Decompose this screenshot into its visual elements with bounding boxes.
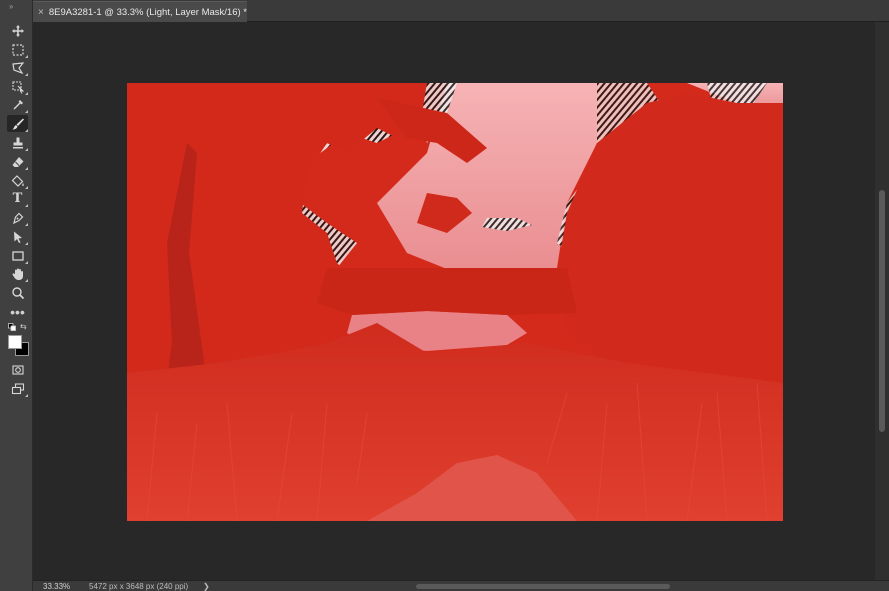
lasso-tool[interactable] — [7, 59, 28, 76]
zoom-level-field[interactable]: 33.33% — [43, 581, 70, 591]
tool-group-indicator — [25, 55, 28, 58]
screen-mode-icon — [11, 382, 24, 394]
horizontal-scroll-thumb[interactable] — [416, 584, 670, 589]
tool-group-indicator — [25, 394, 28, 397]
default-colors-icon[interactable] — [8, 323, 16, 331]
zoom-tool[interactable] — [7, 284, 28, 301]
brush-icon — [12, 118, 24, 129]
move-icon — [11, 24, 24, 37]
zoom-icon — [11, 286, 24, 299]
screen-mode-button[interactable] — [7, 380, 28, 397]
eraser-tool[interactable] — [7, 153, 28, 170]
tool-group-indicator — [25, 242, 28, 245]
foreground-color-swatch[interactable] — [8, 335, 22, 349]
pen-tool[interactable] — [7, 209, 28, 226]
quick-mask-icon — [11, 364, 24, 375]
masked-photo — [127, 83, 783, 521]
vertical-scroll-thumb[interactable] — [879, 190, 885, 432]
stamp-icon — [12, 137, 23, 148]
type-tool[interactable]: T — [7, 190, 28, 207]
tools-panel: ›› T ••• ⇆ — [0, 0, 33, 591]
tool-group-indicator — [25, 92, 28, 95]
polygonal-lasso-icon — [11, 61, 24, 74]
object-selection-icon — [11, 80, 24, 94]
document-tab-bar: × 8E9A3281-1 @ 33.3% (Light, Layer Mask/… — [33, 0, 889, 22]
arrow-select-icon — [13, 231, 22, 243]
document-tab-title: 8E9A3281-1 @ 33.3% (Light, Layer Mask/16… — [48, 6, 247, 18]
hand-tool[interactable] — [7, 265, 28, 282]
tool-group-indicator — [25, 148, 28, 151]
toolbar-collapse-toggle[interactable]: ›› — [9, 2, 13, 11]
swap-colors-icon[interactable]: ⇆ — [20, 323, 28, 331]
tool-group-indicator — [25, 73, 28, 76]
eraser-icon — [12, 156, 23, 167]
more-icon: ••• — [10, 303, 25, 320]
tool-group-indicator — [25, 223, 28, 226]
vertical-scrollbar[interactable] — [875, 22, 889, 580]
paint-bucket-icon — [11, 174, 24, 187]
brush-tool[interactable] — [7, 115, 28, 132]
tool-group-indicator — [25, 279, 28, 282]
document-size-info: 5472 px x 3648 px (240 ppi) — [89, 582, 189, 591]
rectangle-tool[interactable] — [7, 247, 28, 264]
tool-group-indicator — [25, 261, 28, 264]
edit-toolbar[interactable]: ••• — [7, 303, 28, 320]
path-selection-tool[interactable] — [7, 228, 28, 245]
eyedropper-tool[interactable] — [7, 96, 28, 113]
close-tab-icon[interactable]: × — [35, 7, 47, 18]
eyedropper-icon — [13, 99, 23, 109]
quick-mask-button[interactable] — [7, 361, 28, 378]
document-tab[interactable]: × 8E9A3281-1 @ 33.3% (Light, Layer Mask/… — [33, 1, 247, 22]
tool-group-indicator — [25, 110, 28, 113]
photoshop-window: ›› T ••• ⇆ × 8E9A3281-1 @ 33.3% (Light, … — [0, 0, 889, 591]
paint-bucket-tool[interactable] — [7, 172, 28, 189]
rectangle-icon — [11, 250, 24, 261]
canvas-area[interactable] — [34, 22, 875, 580]
move-tool[interactable] — [7, 22, 28, 39]
document-canvas-image[interactable] — [127, 83, 783, 521]
clone-stamp-tool[interactable] — [7, 134, 28, 151]
tool-group-indicator — [25, 186, 28, 189]
status-menu-arrow[interactable]: ❯ — [203, 581, 210, 591]
object-selection-tool[interactable] — [7, 78, 28, 95]
hand-icon — [11, 268, 23, 280]
status-bar: 33.33% 5472 px x 3648 px (240 ppi) ❯ — [33, 580, 889, 591]
rectangular-marquee-tool[interactable] — [7, 41, 28, 58]
tool-group-indicator — [25, 129, 28, 132]
tool-group-indicator — [25, 204, 28, 207]
pen-icon — [12, 212, 23, 224]
marquee-icon — [11, 43, 24, 56]
type-icon: T — [12, 191, 23, 206]
tool-group-indicator — [25, 167, 28, 170]
